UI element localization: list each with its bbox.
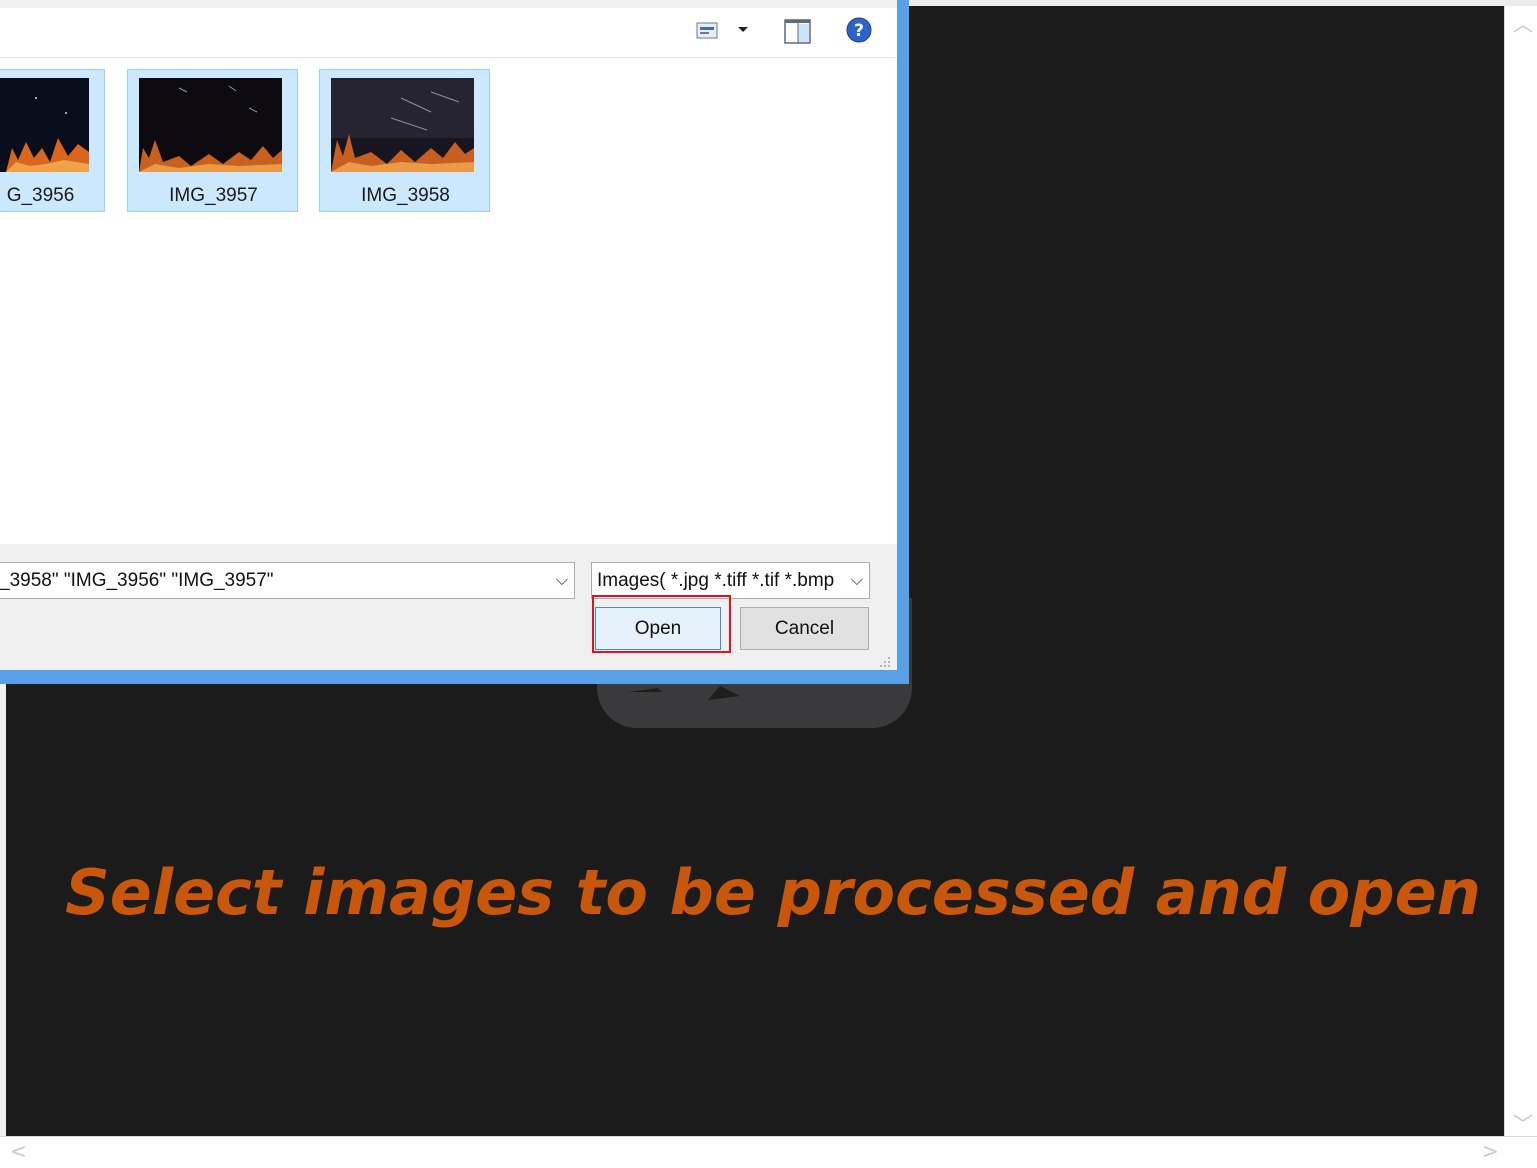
photo-thumbnail [0,78,89,172]
help-icon[interactable]: ? [846,17,872,48]
horizontal-scrollbar[interactable]: < > [0,1136,1537,1168]
resize-grip-icon[interactable] [876,655,892,669]
scroll-down-icon[interactable]: ﹀ [1513,1114,1533,1134]
file-list-area[interactable]: G_3956 IMG_3957 IMG_3958 [0,58,897,544]
vertical-scrollbar[interactable]: ︿ ﹀ [1504,6,1537,1136]
file-type-value: Images( *.jpg *.tiff *.tif *.bmp [597,570,835,591]
dropdown-arrow-icon[interactable] [736,22,750,41]
file-thumbnail-img-3956[interactable]: G_3956 [0,69,105,212]
chevron-down-icon[interactable]: ⌵ [851,570,863,590]
cancel-button[interactable]: Cancel [740,607,869,650]
scroll-up-icon[interactable]: ︿ [1513,14,1533,34]
scroll-right-icon[interactable]: > [1482,1141,1499,1161]
file-thumbnail-img-3957[interactable]: IMG_3957 [127,69,298,212]
file-name-value: _3958" "IMG_3956" "IMG_3957" [0,570,274,591]
scroll-left-icon[interactable]: < [10,1141,27,1161]
photo-thumbnail [139,78,282,172]
file-name-label: IMG_3957 [169,185,258,206]
svg-text:?: ? [854,21,864,41]
preview-pane-icon[interactable] [784,19,812,50]
file-name-input[interactable]: _3958" "IMG_3956" "IMG_3957" ⌵ [0,562,575,599]
dialog-toolbar: ? [0,8,897,58]
chevron-down-icon[interactable]: ⌵ [556,570,568,590]
file-name-label: G_3956 [6,185,75,206]
highlight-annotation [592,595,731,653]
file-type-select[interactable]: Images( *.jpg *.tiff *.tif *.bmp ⌵ [591,562,870,599]
dialog-body: ? G_3956 IMG_3957 IMG_3958 _3958" "IMG_3… [0,0,897,670]
instruction-caption: Select images to be processed and open [65,856,1481,929]
file-name-label: IMG_3958 [361,185,450,206]
photo-thumbnail [331,78,474,172]
file-thumbnail-img-3958[interactable]: IMG_3958 [319,69,490,212]
open-file-dialog: ? G_3956 IMG_3957 IMG_3958 _3958" "IMG_3… [0,0,909,684]
change-view-icon[interactable] [696,21,720,46]
